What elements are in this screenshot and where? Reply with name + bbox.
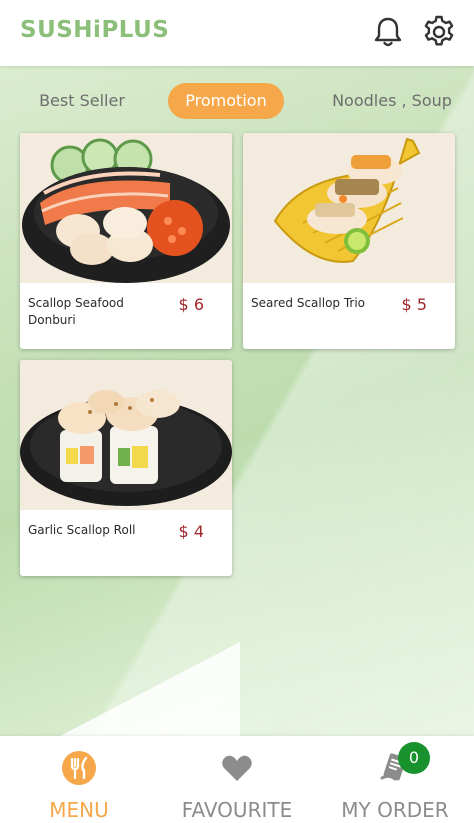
app-logo: SUSHiPLUS: [20, 17, 170, 43]
menu-utensils-icon: [62, 751, 96, 785]
tab-noodles-soup[interactable]: Noodles , Soup: [322, 83, 462, 119]
bottom-navigation: MENU FAVOURITE 0 MY ORDER: [0, 736, 474, 823]
nav-my-order-label: MY ORDER: [341, 798, 449, 822]
tab-best-seller[interactable]: Best Seller: [30, 83, 134, 119]
product-price: $ 5: [401, 295, 427, 314]
product-card-scallop-seafood-donburi[interactable]: Scallop Seafood Donburi $ 6: [20, 133, 232, 349]
garlic-scallop-roll-photo: [20, 360, 232, 510]
product-name: Garlic Scallop Roll: [28, 523, 136, 537]
nav-favourite-label: FAVOURITE: [181, 798, 293, 822]
nav-my-order[interactable]: 0 MY ORDER: [316, 736, 474, 823]
product-name: Scallop Seafood Donburi: [28, 296, 124, 327]
gear-icon[interactable]: [421, 14, 457, 50]
menu-content[interactable]: Best Seller Promotion Noodles , Soup Sca…: [0, 66, 474, 736]
background-shard: [60, 642, 240, 736]
category-tabs: Best Seller Promotion Noodles , Soup: [0, 80, 474, 120]
order-count-badge: 0: [398, 742, 430, 774]
product-price: $ 4: [178, 522, 204, 541]
app-header: SUSHiPLUS: [0, 0, 474, 66]
product-price: $ 6: [178, 295, 204, 314]
scallop-seafood-donburi-photo: [20, 133, 232, 283]
nav-menu-label: MENU: [49, 798, 109, 822]
product-card-seared-scallop-trio[interactable]: Seared Scallop Trio $ 5: [243, 133, 455, 349]
seared-scallop-trio-photo: [243, 133, 455, 283]
nav-favourite[interactable]: FAVOURITE: [158, 736, 316, 823]
heart-icon: [222, 755, 252, 781]
tab-promotion[interactable]: Promotion: [168, 83, 284, 119]
nav-menu[interactable]: MENU: [0, 736, 158, 823]
product-card-garlic-scallop-roll[interactable]: Garlic Scallop Roll $ 4: [20, 360, 232, 576]
bell-icon[interactable]: [370, 14, 406, 50]
product-name: Seared Scallop Trio: [251, 296, 366, 310]
